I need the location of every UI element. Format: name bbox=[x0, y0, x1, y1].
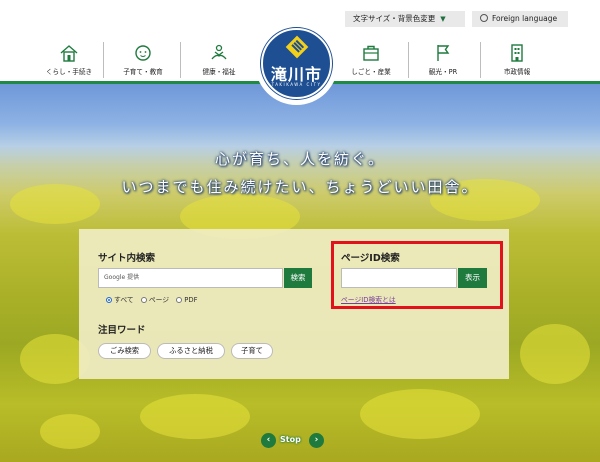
caret-down-icon: ▼ bbox=[440, 15, 446, 23]
hero-tagline-2: いつまでも住み続けたい、ちょうどいい田舎。 bbox=[121, 178, 479, 196]
nav-item-health[interactable]: 健康・福祉 bbox=[186, 38, 252, 80]
hero-tagline-1: 心が育ち、人を紡ぐ。 bbox=[214, 150, 385, 168]
site-search-button[interactable]: 検索 bbox=[284, 268, 312, 288]
slide-next-button[interactable]: › bbox=[309, 433, 324, 448]
nav-item-label: 健康・福祉 bbox=[202, 68, 236, 76]
popular-word-furusato[interactable]: ふるさと納税 bbox=[157, 343, 225, 359]
slide-stop-button[interactable]: Stop bbox=[280, 435, 301, 444]
baby-icon bbox=[135, 45, 151, 61]
popular-word-childcare[interactable]: 子育て bbox=[231, 343, 273, 359]
globe-icon bbox=[480, 14, 488, 22]
highlight-box bbox=[331, 241, 503, 309]
slide-prev-button[interactable]: ‹ bbox=[261, 433, 276, 448]
nav-item-label: くらし・手続き bbox=[45, 68, 93, 76]
radio-icon bbox=[176, 297, 183, 303]
building-icon bbox=[511, 44, 523, 62]
nav-divider bbox=[103, 42, 104, 78]
nav-divider bbox=[408, 42, 409, 78]
site-search-input[interactable]: Google 提供 bbox=[98, 268, 283, 288]
nav-item-city-info[interactable]: 市政情報 bbox=[486, 38, 548, 80]
nav-item-label: しごと・産業 bbox=[351, 68, 391, 76]
search-scope-radios: すべて ページ PDF bbox=[106, 294, 203, 304]
care-icon bbox=[211, 44, 227, 60]
popular-word-garbage[interactable]: ごみ検索 bbox=[98, 343, 151, 359]
city-logo[interactable]: 滝川市 TAKIKAWA CITY bbox=[261, 28, 332, 99]
radio-page[interactable]: ページ bbox=[140, 296, 169, 304]
nav-item-tourism[interactable]: 観光・PR bbox=[412, 38, 474, 80]
nav-item-label: 観光・PR bbox=[428, 68, 458, 76]
nav-item-label: 子育て・教育 bbox=[123, 68, 163, 76]
radio-icon bbox=[140, 297, 147, 303]
text-size-label: 文字サイズ・背景色変更 bbox=[353, 14, 436, 23]
nav-item-work[interactable]: しごと・産業 bbox=[340, 38, 402, 80]
house-icon bbox=[60, 45, 78, 62]
nav-item-childcare[interactable]: 子育て・教育 bbox=[110, 38, 176, 80]
foreign-language-label: Foreign language bbox=[492, 14, 558, 23]
city-name-romaji: TAKIKAWA CITY bbox=[271, 82, 322, 87]
nav-divider bbox=[180, 42, 181, 78]
nav-item-living[interactable]: くらし・手続き bbox=[36, 38, 102, 80]
radio-selected-icon bbox=[106, 297, 112, 303]
text-size-button[interactable]: 文字サイズ・背景色変更 ▼ bbox=[345, 11, 465, 27]
flag-icon bbox=[437, 45, 450, 61]
radio-all[interactable]: すべて bbox=[106, 296, 134, 304]
nav-divider bbox=[480, 42, 481, 78]
popular-words-title: 注目ワード bbox=[98, 325, 146, 336]
nav-item-label: 市政情報 bbox=[503, 68, 531, 76]
radio-pdf[interactable]: PDF bbox=[176, 296, 198, 304]
city-emblem-icon bbox=[285, 35, 309, 59]
foreign-language-button[interactable]: Foreign language bbox=[472, 11, 568, 27]
site-search-title: サイト内検索 bbox=[98, 253, 156, 264]
briefcase-icon bbox=[363, 45, 379, 61]
